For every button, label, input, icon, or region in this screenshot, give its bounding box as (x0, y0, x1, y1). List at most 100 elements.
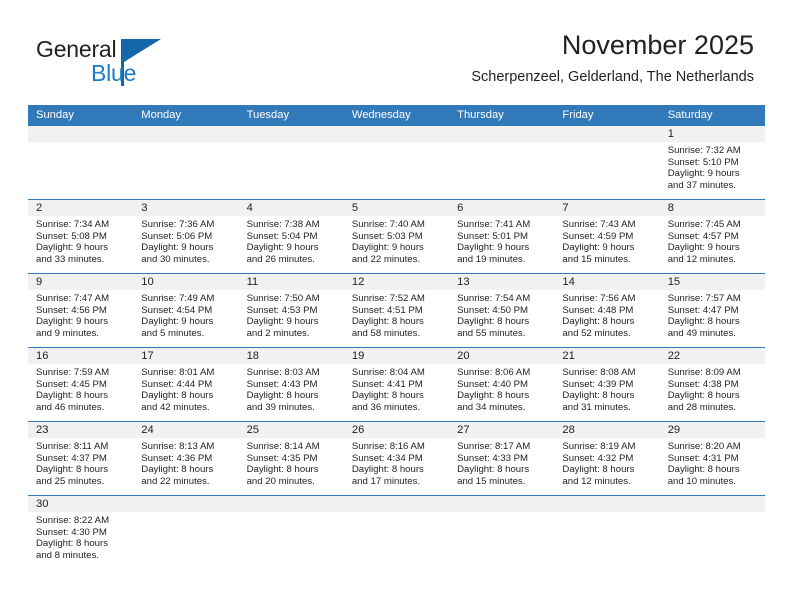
day-number: 4 (238, 200, 344, 216)
day-details: Sunrise: 7:50 AM Sunset: 4:53 PM Daylight:… (239, 290, 344, 343)
day-cell[interactable]: 15 Sunrise: 7:57 AM Sunset: 4:47 PM Dayligh… (659, 274, 765, 347)
daylight-text-line1: Daylight: 9 hours (246, 242, 319, 253)
day-cell[interactable]: 23 Sunrise: 8:11 AM Sunset: 4:37 PM Dayligh… (28, 422, 134, 495)
daylight-text-line2: and 5 minutes. (141, 327, 205, 339)
sunrise-text: Sunrise: 7:45 AM (667, 219, 741, 230)
day-cell-empty (343, 126, 450, 199)
day-details: Sunrise: 7:59 AM Sunset: 4:45 PM Daylight:… (28, 364, 133, 417)
page-header: General Blue November 2025 Scherpenzeel,… (0, 0, 792, 100)
day-cell[interactable]: 30 Sunrise: 8:22 AM Sunset: 4:30 PM Dayligh… (28, 496, 134, 569)
page-subtitle: Scherpenzeel, Gelderland, The Netherland… (471, 69, 754, 85)
daylight-text-line2: and 37 minutes. (667, 179, 736, 191)
daylight-text-line2: and 30 minutes. (141, 253, 210, 265)
daylight-text-line2: and 17 minutes. (351, 475, 421, 487)
day-details: Sunrise: 8:14 AM Sunset: 4:35 PM Daylight:… (239, 438, 344, 491)
sunrise-text: Sunrise: 7:34 AM (36, 219, 110, 230)
sunrise-text: Sunrise: 7:38 AM (246, 219, 320, 230)
daylight-text-line1: Daylight: 8 hours (141, 390, 214, 401)
daylight-text-line1: Daylight: 9 hours (457, 242, 530, 253)
sunset-text: Sunset: 4:47 PM (667, 304, 739, 316)
daylight-text-line1: Daylight: 9 hours (141, 316, 214, 327)
day-number: 9 (28, 274, 134, 290)
day-cell[interactable]: 26 Sunrise: 8:16 AM Sunset: 4:34 PM Dayligh… (343, 422, 450, 495)
page-title: November 2025 (561, 30, 754, 60)
day-cell[interactable]: 20 Sunrise: 8:06 AM Sunset: 4:40 PM Dayligh… (449, 348, 555, 421)
sunrise-text: Sunrise: 8:17 AM (457, 441, 531, 452)
sunrise-text: Sunrise: 7:32 AM (667, 145, 741, 156)
day-cell[interactable]: 10 Sunrise: 7:49 AM Sunset: 4:54 PM Dayligh… (133, 274, 239, 347)
daylight-text-line1: Daylight: 8 hours (562, 390, 635, 401)
day-cell[interactable]: 12 Sunrise: 7:52 AM Sunset: 4:51 PM Dayligh… (343, 274, 450, 347)
day-cell[interactable]: 21 Sunrise: 8:08 AM Sunset: 4:39 PM Dayligh… (554, 348, 660, 421)
day-number (238, 496, 344, 512)
day-number: 1 (659, 126, 765, 142)
day-cell-empty (554, 126, 660, 199)
day-cell[interactable]: 8 Sunrise: 7:45 AM Sunset: 4:57 PM Daylight… (659, 200, 765, 273)
sunrise-text: Sunrise: 8:19 AM (562, 441, 636, 452)
day-details: Sunrise: 8:06 AM Sunset: 4:40 PM Daylight:… (449, 364, 554, 417)
day-cell[interactable]: 3 Sunrise: 7:36 AM Sunset: 5:06 PM Daylight… (133, 200, 239, 273)
daylight-text-line2: and 10 minutes. (667, 475, 736, 487)
day-cell[interactable]: 7 Sunrise: 7:43 AM Sunset: 4:59 PM Daylight… (554, 200, 660, 273)
sunrise-text: Sunrise: 7:47 AM (36, 293, 110, 304)
weekday-header-wednesday: Wednesday (351, 109, 411, 121)
day-number: 19 (343, 348, 450, 364)
day-cell[interactable]: 9 Sunrise: 7:47 AM Sunset: 4:56 PM Daylight… (28, 274, 134, 347)
day-details: Sunrise: 8:19 AM Sunset: 4:32 PM Daylight:… (554, 438, 659, 491)
sunset-text: Sunset: 4:50 PM (457, 304, 529, 316)
daylight-text-line2: and 12 minutes. (562, 475, 631, 487)
sunset-text: Sunset: 4:39 PM (562, 378, 634, 390)
day-details: Sunrise: 7:45 AM Sunset: 4:57 PM Daylight:… (660, 216, 765, 269)
day-number: 14 (554, 274, 660, 290)
calendar-grid: Sunday Monday Tuesday Wednesday Thursday Frid… (28, 105, 765, 569)
day-cell[interactable]: 11 Sunrise: 7:50 AM Sunset: 4:53 PM Dayligh… (238, 274, 344, 347)
day-cell[interactable]: 2 Sunrise: 7:34 AM Sunset: 5:08 PM Daylight… (28, 200, 134, 273)
sunset-text: Sunset: 4:43 PM (246, 378, 318, 390)
day-cell-empty (554, 496, 660, 569)
daylight-text-line1: Daylight: 8 hours (562, 464, 635, 475)
day-details: Sunrise: 7:49 AM Sunset: 4:54 PM Daylight:… (133, 290, 238, 343)
day-details: Sunrise: 8:17 AM Sunset: 4:33 PM Daylight:… (449, 438, 554, 491)
day-cell[interactable]: 24 Sunrise: 8:13 AM Sunset: 4:36 PM Dayligh… (133, 422, 239, 495)
day-cell[interactable]: 29 Sunrise: 8:20 AM Sunset: 4:31 PM Dayligh… (659, 422, 765, 495)
sunset-text: Sunset: 4:51 PM (351, 304, 423, 316)
sunset-text: Sunset: 5:04 PM (246, 230, 318, 242)
day-cell[interactable]: 5 Sunrise: 7:40 AM Sunset: 5:03 PM Daylight… (343, 200, 450, 273)
day-number (554, 496, 660, 512)
day-cell[interactable]: 1 Sunrise: 7:32 AM Sunset: 5:10 PM Daylight… (659, 126, 765, 199)
day-cell[interactable]: 16 Sunrise: 7:59 AM Sunset: 4:45 PM Dayligh… (28, 348, 134, 421)
day-number: 23 (28, 422, 134, 438)
day-cell[interactable]: 13 Sunrise: 7:54 AM Sunset: 4:50 PM Dayligh… (449, 274, 555, 347)
day-cell[interactable]: 27 Sunrise: 8:17 AM Sunset: 4:33 PM Dayligh… (449, 422, 555, 495)
daylight-text-line1: Daylight: 9 hours (667, 242, 740, 253)
day-cell[interactable]: 4 Sunrise: 7:38 AM Sunset: 5:04 PM Daylight… (238, 200, 344, 273)
sunrise-text: Sunrise: 8:14 AM (246, 441, 320, 452)
daylight-text-line2: and 20 minutes. (246, 475, 315, 487)
day-cell[interactable]: 14 Sunrise: 7:56 AM Sunset: 4:48 PM Dayligh… (554, 274, 660, 347)
day-cell[interactable]: 6 Sunrise: 7:41 AM Sunset: 5:01 PM Daylight… (449, 200, 555, 273)
daylight-text-line1: Daylight: 9 hours (36, 242, 108, 253)
day-cell[interactable]: 28 Sunrise: 8:19 AM Sunset: 4:32 PM Dayligh… (554, 422, 660, 495)
daylight-text-line2: and 36 minutes. (351, 401, 421, 413)
day-cell[interactable]: 22 Sunrise: 8:09 AM Sunset: 4:38 PM Dayligh… (659, 348, 765, 421)
daylight-text-line1: Daylight: 8 hours (667, 464, 740, 475)
day-details: Sunrise: 8:09 AM Sunset: 4:38 PM Daylight:… (660, 364, 765, 417)
day-cell[interactable]: 17 Sunrise: 8:01 AM Sunset: 4:44 PM Dayligh… (133, 348, 239, 421)
sunrise-text: Sunrise: 7:52 AM (351, 293, 425, 304)
calendar-weeks: 1 Sunrise: 7:32 AM Sunset: 5:10 PM Daylight… (28, 126, 765, 569)
sunrise-text: Sunrise: 8:01 AM (141, 367, 215, 378)
daylight-text-line2: and 46 minutes. (36, 401, 105, 413)
day-cell[interactable]: 18 Sunrise: 8:03 AM Sunset: 4:43 PM Dayligh… (238, 348, 344, 421)
daylight-text-line1: Daylight: 8 hours (36, 464, 108, 475)
day-cell[interactable]: 25 Sunrise: 8:14 AM Sunset: 4:35 PM Dayligh… (238, 422, 344, 495)
daylight-text-line2: and 12 minutes. (667, 253, 736, 265)
day-number (28, 126, 134, 142)
daylight-text-line1: Daylight: 8 hours (36, 390, 108, 401)
sunrise-text: Sunrise: 8:16 AM (351, 441, 425, 452)
day-number (554, 126, 660, 142)
sunrise-text: Sunrise: 7:50 AM (246, 293, 320, 304)
day-number: 30 (28, 496, 134, 512)
daylight-text-line1: Daylight: 8 hours (457, 464, 530, 475)
sunset-text: Sunset: 4:56 PM (36, 304, 107, 316)
day-cell[interactable]: 19 Sunrise: 8:04 AM Sunset: 4:41 PM Dayligh… (343, 348, 450, 421)
